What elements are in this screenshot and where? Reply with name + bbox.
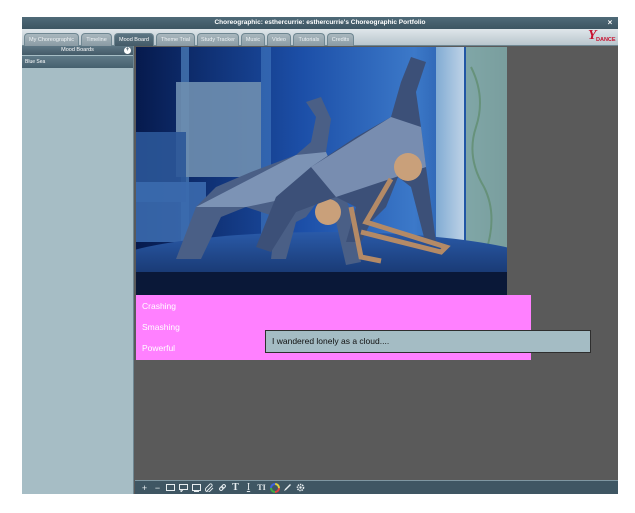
app-window: Choreographic: esthercurrie: esthercurri…: [22, 17, 618, 494]
tab-mood-board[interactable]: Mood Board: [114, 33, 154, 46]
tab-theme-trial[interactable]: Theme Trial: [156, 33, 195, 46]
tab-video[interactable]: Video: [267, 33, 291, 46]
callout-icon[interactable]: [177, 481, 190, 494]
color-wheel-icon[interactable]: [268, 481, 281, 494]
settings-icon[interactable]: [294, 481, 307, 494]
tab-study-tracker[interactable]: Study Tracker: [197, 33, 239, 46]
text-large-icon[interactable]: T: [229, 481, 242, 494]
sidebar: Mood Boards + Blue Sea: [22, 46, 134, 494]
sidebar-title: Mood Boards: [61, 47, 94, 53]
text-size-icon[interactable]: TI: [255, 481, 268, 494]
remove-icon[interactable]: −: [151, 481, 164, 494]
bottom-toolbar: + − T I TI: [135, 480, 618, 494]
add-icon[interactable]: +: [138, 481, 151, 494]
text-medium-icon[interactable]: I: [242, 481, 255, 494]
tab-credits[interactable]: Credits: [327, 33, 354, 46]
link-icon[interactable]: [216, 481, 229, 494]
tab-bar: My Choreographic Timeline Mood Board The…: [22, 28, 618, 46]
rectangle-icon[interactable]: [164, 481, 177, 494]
sidebar-item-blue-sea[interactable]: Blue Sea: [22, 56, 133, 68]
attach-icon[interactable]: [203, 481, 216, 494]
mood-word-smashing: Smashing: [142, 322, 180, 332]
add-mood-board-button[interactable]: +: [124, 47, 131, 54]
ydance-logo: Y DANCE: [588, 28, 616, 43]
tab-tutorials[interactable]: Tutorials: [293, 33, 325, 46]
title-bar: Choreographic: esthercurrie: esthercurri…: [22, 17, 618, 29]
tab-my-choreographic[interactable]: My Choreographic: [24, 33, 79, 46]
dancers-photo[interactable]: [136, 47, 507, 295]
frame-icon[interactable]: [190, 481, 203, 494]
mood-word-powerful: Powerful: [142, 343, 176, 353]
mood-board-canvas[interactable]: Crashing Smashing Powerful I wandered lo…: [135, 46, 618, 480]
close-button[interactable]: ×: [605, 17, 615, 29]
poem-text-box[interactable]: I wandered lonely as a cloud....: [265, 330, 591, 353]
window-title: Choreographic: esthercurrie: esthercurri…: [214, 19, 426, 26]
pen-icon[interactable]: [281, 481, 294, 494]
tab-music[interactable]: Music: [241, 33, 265, 46]
sidebar-header: Mood Boards +: [22, 46, 133, 55]
tab-timeline[interactable]: Timeline: [81, 33, 112, 46]
mood-word-crashing: Crashing: [142, 301, 177, 311]
